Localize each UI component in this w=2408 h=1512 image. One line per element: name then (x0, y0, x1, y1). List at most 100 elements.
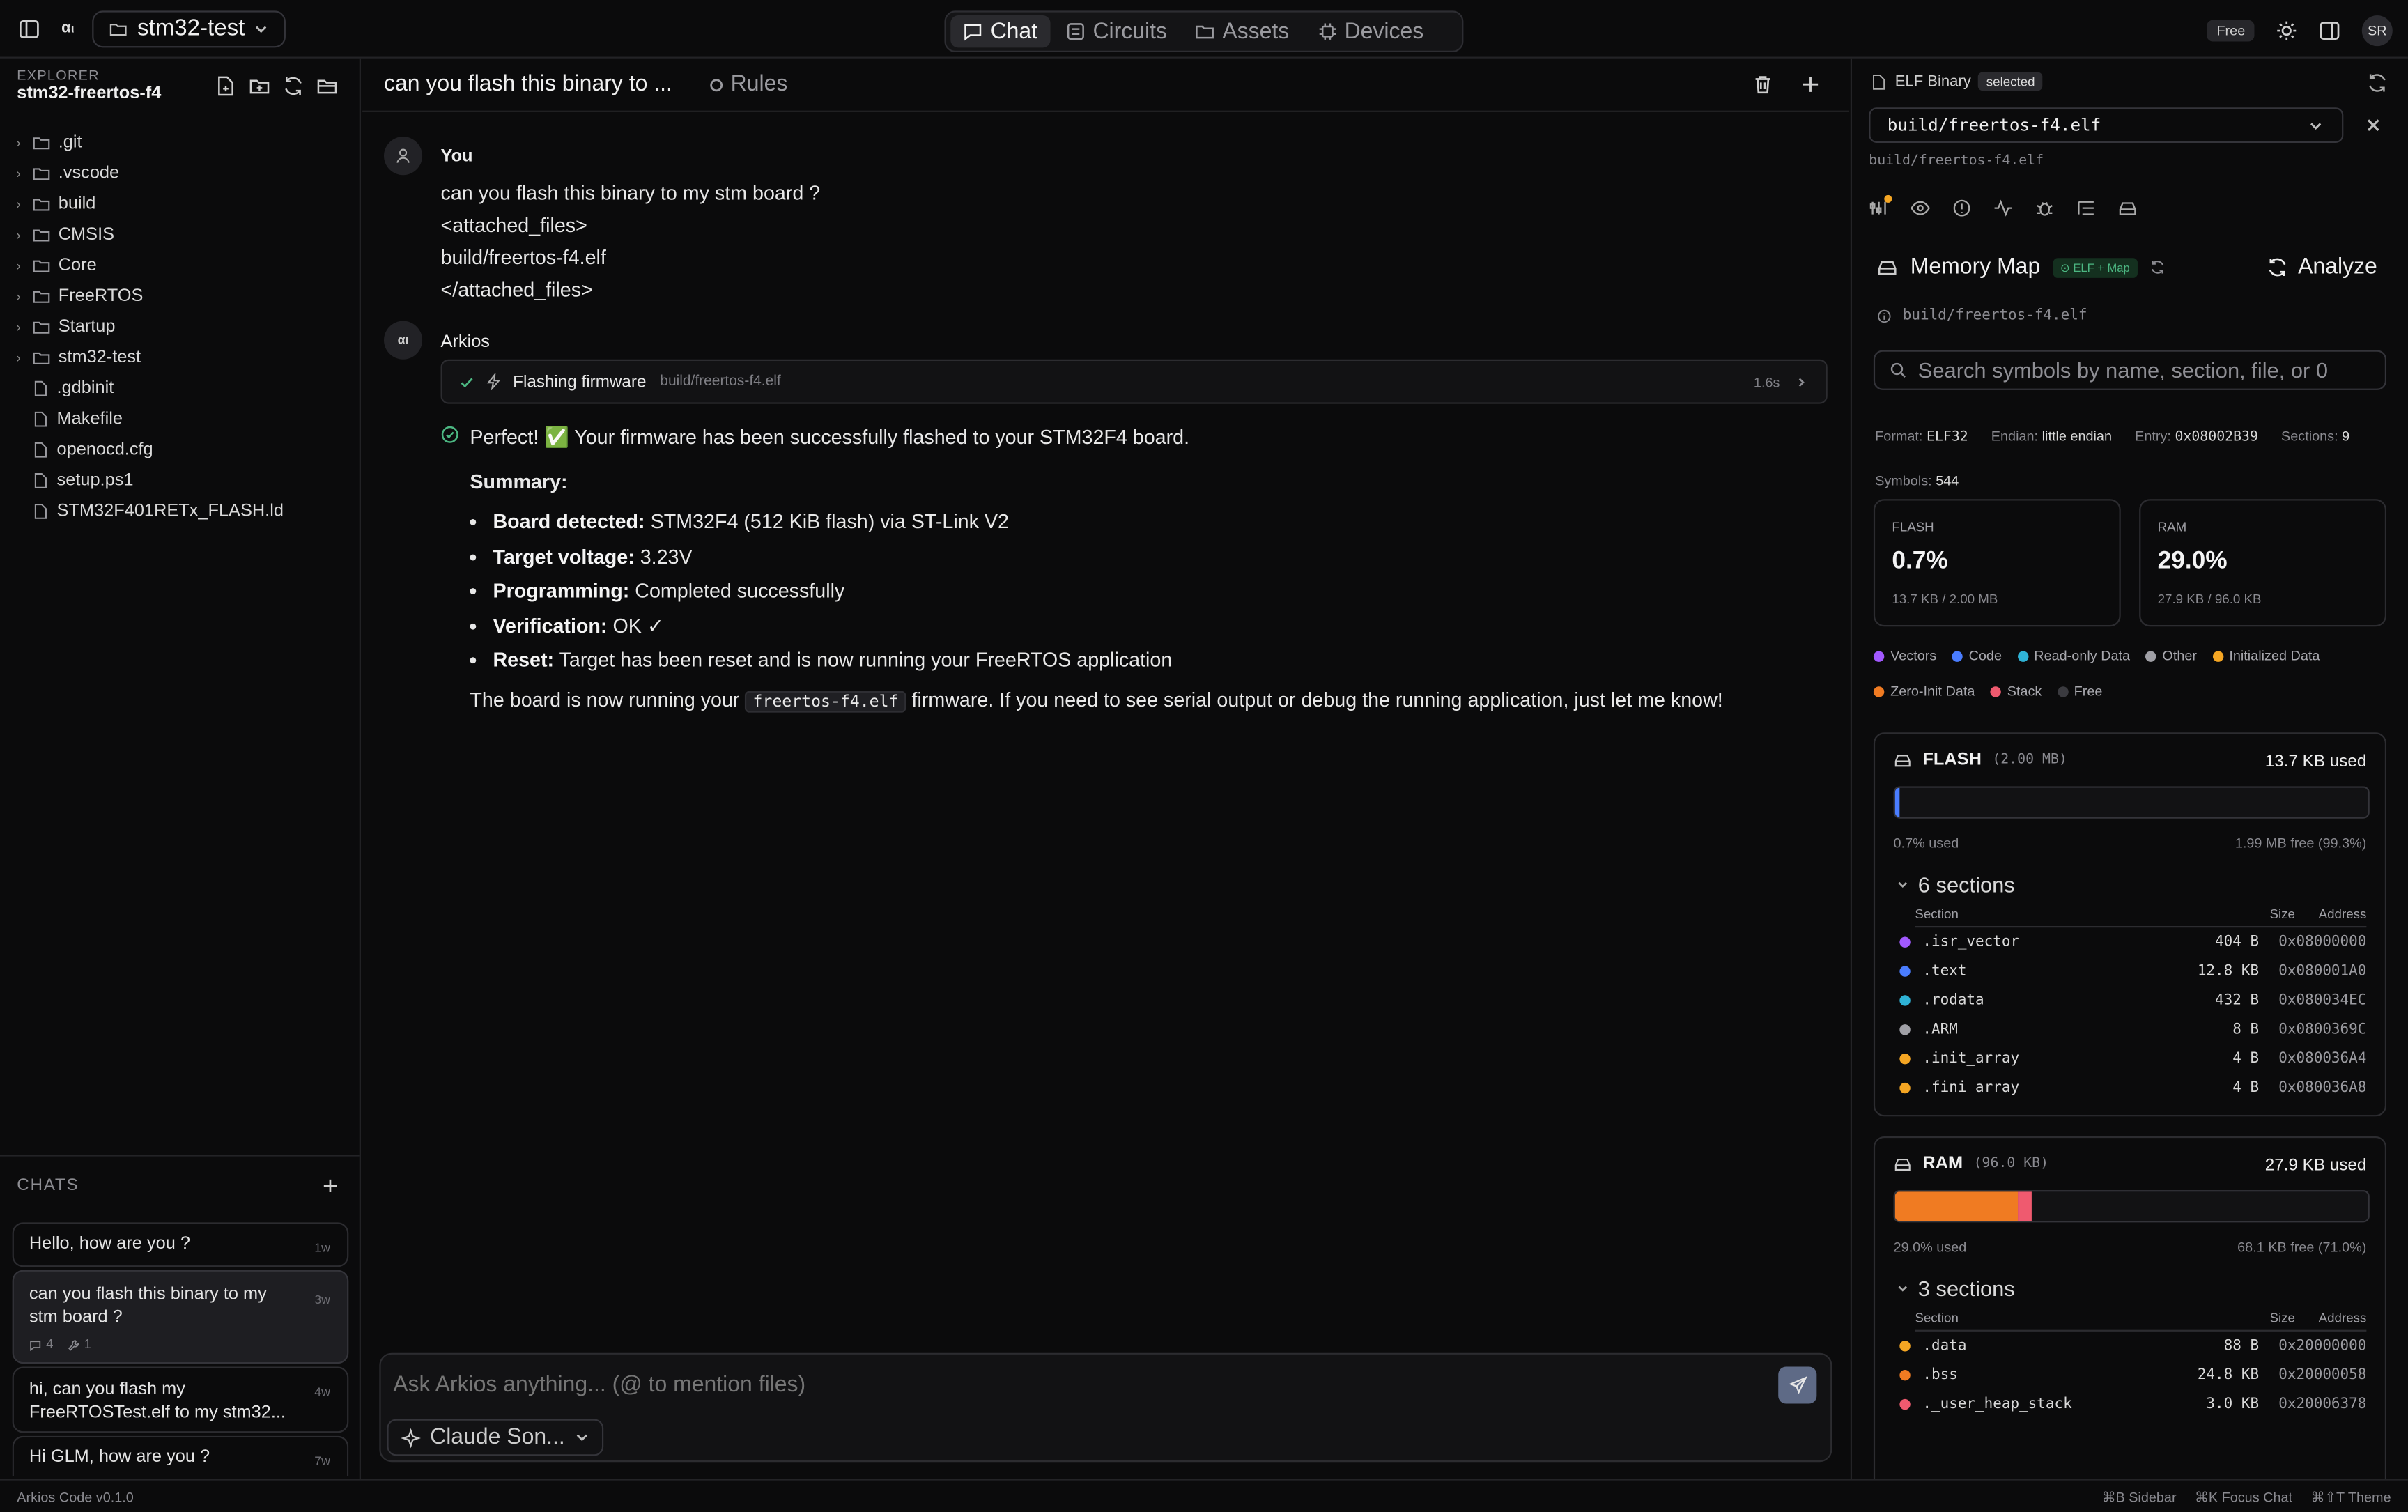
list-tree-icon[interactable] (2076, 198, 2097, 218)
legend-swatch (2145, 650, 2156, 661)
section-row[interactable]: .isr_vector 404 B 0x08000000 (1899, 927, 2366, 957)
summary-item: Reset: Target has been reset and is now … (493, 643, 1821, 678)
tree-folder[interactable]: › CMSIS (0, 219, 360, 250)
tree-file[interactable]: STM32F401RETx_FLASH.ld (0, 496, 360, 527)
section-row[interactable]: .fini_array 4 B 0x080036A8 (1899, 1074, 2366, 1103)
message-line: </attached_files> (440, 277, 593, 301)
summary-item: Board detected: STM32F4 (512 KiB flash) … (493, 505, 1821, 540)
tree-file[interactable]: openocd.cfg (0, 435, 360, 465)
tab-devices[interactable]: Devices (1304, 15, 1436, 47)
avatar[interactable]: SR (2361, 15, 2393, 47)
drive-icon[interactable] (2117, 198, 2138, 218)
summary-item: Programming: Completed successfully (493, 574, 1821, 609)
rules-button[interactable]: Rules (709, 72, 787, 97)
new-file-icon[interactable] (215, 75, 237, 97)
chevron-right-icon: › (16, 319, 21, 335)
section-address: 0x20000058 (2278, 1366, 2367, 1384)
tree-folder[interactable]: › Core (0, 250, 360, 281)
tab-chat[interactable]: Chat (950, 15, 1050, 48)
tab-assets[interactable]: Assets (1182, 15, 1302, 47)
chat-list-item[interactable]: Hello, how are you ? 1w (12, 1222, 349, 1267)
symbol-search[interactable]: Search symbols by name, section, file, o… (1873, 350, 2387, 390)
close-icon[interactable] (2365, 117, 2382, 134)
open-folder-icon[interactable] (316, 75, 338, 97)
panel-toggle-icon[interactable] (2319, 20, 2340, 42)
sidebar-toggle-icon[interactable] (18, 17, 40, 39)
section-row[interactable]: .rodata 432 B 0x080034EC (1899, 986, 2366, 1015)
tree-folder[interactable]: › FreeRTOS (0, 281, 360, 311)
refresh-icon[interactable] (2150, 259, 2165, 275)
tree-file[interactable]: .gdbinit (0, 373, 360, 404)
section-row[interactable]: .init_array 4 B 0x080036A4 (1899, 1044, 2366, 1074)
analyze-button[interactable]: Analyze (2267, 255, 2377, 279)
sun-icon[interactable] (2276, 20, 2297, 42)
legend-swatch (1990, 686, 2001, 697)
activity-icon[interactable] (1993, 198, 2014, 218)
tree-folder[interactable]: › Startup (0, 311, 360, 342)
selected-badge: selected (1978, 72, 2043, 91)
bug-icon[interactable] (2035, 198, 2055, 218)
chat-list-item-active[interactable]: can you flash this binary to my stm boar… (12, 1270, 349, 1364)
region-used-percent: 0.7% used (1893, 835, 1959, 851)
tool-call-card[interactable]: Flashing firmware build/freertos-f4.elf … (440, 359, 1828, 404)
region-used: 27.9 KB used (2264, 1156, 2367, 1175)
ram-region-card: RAM (96.0 KB) 27.9 KB used 29.0% used 68… (1873, 1136, 2387, 1479)
section-address: 0x0800369C (2278, 1021, 2367, 1038)
info-icon (1878, 309, 1891, 323)
refresh-icon[interactable] (283, 75, 304, 97)
tree-item-label: .git (58, 133, 82, 153)
refresh-icon[interactable] (2366, 72, 2388, 94)
eye-icon[interactable] (1911, 198, 1931, 218)
section-row[interactable]: .ARM 8 B 0x0800369C (1899, 1015, 2366, 1044)
shortcut-sidebar: ⌘B Sidebar (2101, 1489, 2177, 1505)
chat-list-item[interactable]: Hi GLM, how are you ? 7w (12, 1435, 349, 1476)
sparkle-icon (401, 1427, 421, 1448)
tree-folder[interactable]: › build (0, 189, 360, 219)
chat-list-item[interactable]: hi, can you flash my FreeRTOSTest.elf to… (12, 1366, 349, 1433)
section-color-dot (1899, 936, 1911, 948)
tree-file[interactable]: Makefile (0, 404, 360, 435)
tree-folder[interactable]: › .git (0, 128, 360, 158)
tree-item-label: openocd.cfg (56, 440, 153, 459)
elf-file-select[interactable]: build/freertos-f4.elf (1869, 107, 2344, 143)
chat-input[interactable] (393, 1373, 1745, 1398)
chevron-right-icon: › (16, 166, 21, 182)
chat-title: can you flash this binary to ... (384, 72, 672, 97)
section-address: 0x080034EC (2278, 992, 2367, 1010)
trash-icon[interactable] (1752, 74, 1774, 95)
region-free: 1.99 MB free (99.3%) (2235, 835, 2367, 851)
region-name: FLASH (1922, 750, 1982, 770)
app-logo: αι (61, 20, 75, 37)
section-row[interactable]: ._user_heap_stack 3.0 KB 0x20006378 (1899, 1390, 2366, 1419)
tree-file[interactable]: setup.ps1 (0, 465, 360, 496)
sections-toggle[interactable]: 3 sections (1897, 1276, 2015, 1301)
section-row[interactable]: .data 88 B 0x20000000 (1899, 1332, 2366, 1361)
chevron-down-icon (576, 1434, 587, 1442)
sections-toggle[interactable]: 6 sections (1897, 872, 2015, 897)
section-row[interactable]: .text 12.8 KB 0x080001A0 (1899, 957, 2366, 986)
panel-kind: ELF Binary (1894, 72, 1971, 90)
tree-item-label: Makefile (56, 410, 123, 429)
section-address: 0x080036A4 (2278, 1050, 2367, 1067)
tree-folder[interactable]: › stm32-test (0, 342, 360, 373)
card-size: 27.9 KB / 96.0 KB (2157, 591, 2262, 607)
send-button[interactable] (1778, 1366, 1817, 1404)
card-percent: 0.7% (1892, 548, 1948, 575)
tree-folder[interactable]: › .vscode (0, 158, 360, 189)
plus-icon[interactable] (1800, 74, 1821, 95)
region-name: RAM (1922, 1155, 1963, 1173)
region-capacity: (96.0 KB) (1973, 1156, 2049, 1172)
new-folder-icon[interactable] (249, 75, 270, 97)
model-selector[interactable]: Claude Son... (387, 1419, 603, 1456)
tab-circuits[interactable]: Circuits (1053, 15, 1179, 47)
new-chat-button[interactable]: + (323, 1172, 338, 1203)
section-size: 8 B (2232, 1021, 2260, 1038)
chat-age: 1w (314, 1240, 330, 1255)
overview-icon[interactable] (1869, 194, 1892, 218)
project-selector[interactable]: stm32-test (93, 10, 286, 47)
tree-item-label: Startup (58, 318, 116, 337)
alert-icon[interactable] (1952, 198, 1972, 218)
flash-usage-card: FLASH 0.7% 13.7 KB / 2.00 MB (1873, 499, 2121, 627)
section-address: 0x080001A0 (2278, 962, 2367, 980)
section-row[interactable]: .bss 24.8 KB 0x20000058 (1899, 1361, 2366, 1390)
